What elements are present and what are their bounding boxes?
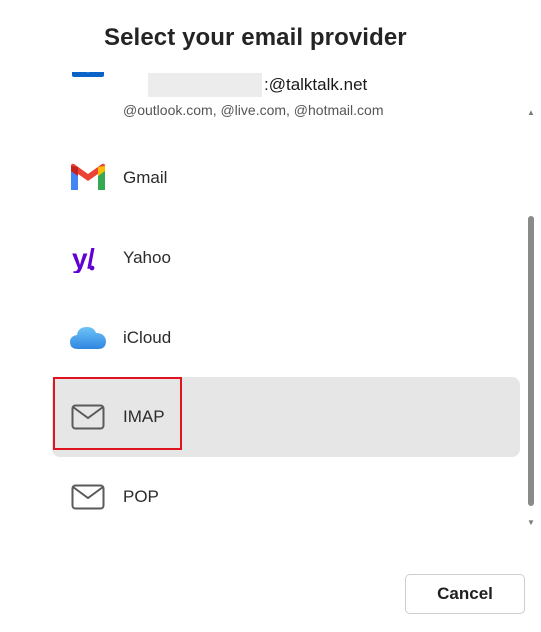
- account-email-domain: :@talktalk.net: [264, 75, 368, 94]
- envelope-icon: [69, 398, 107, 436]
- outlook-domains: @outlook.com, @live.com, @hotmail.com: [123, 102, 384, 118]
- outlook-icon: [69, 72, 107, 96]
- provider-label-gmail: Gmail: [123, 168, 168, 187]
- scroll-up-arrow-icon[interactable]: ▲: [526, 108, 536, 118]
- provider-item-icloud[interactable]: iCloud: [52, 298, 520, 378]
- dialog-title: Select your email provider: [104, 24, 407, 51]
- scroll-thumb[interactable]: [528, 216, 534, 506]
- envelope-icon: [69, 478, 107, 516]
- provider-label-pop: POP: [123, 487, 159, 506]
- list-scrollbar[interactable]: ▲ ▼: [526, 108, 536, 530]
- provider-label-icloud: iCloud: [123, 328, 172, 347]
- yahoo-icon: y /: [69, 239, 107, 277]
- provider-label-yahoo: Yahoo: [123, 248, 171, 267]
- provider-item-gmail[interactable]: Gmail: [52, 138, 520, 218]
- provider-item-yahoo[interactable]: y / Yahoo: [52, 218, 520, 298]
- scroll-down-arrow-icon[interactable]: ▼: [526, 518, 536, 528]
- provider-list: @outlook.com, @live.com, @hotmail.com Gm…: [0, 72, 541, 542]
- account-email: :@talktalk.net: [148, 72, 367, 98]
- provider-item-pop[interactable]: POP: [52, 457, 520, 537]
- icloud-icon: [69, 319, 107, 357]
- provider-item-imap[interactable]: IMAP: [52, 377, 520, 457]
- provider-label-imap: IMAP: [123, 407, 165, 426]
- gmail-icon: [69, 159, 107, 197]
- redacted-email-block: [148, 73, 262, 97]
- cancel-button[interactable]: Cancel: [405, 574, 525, 614]
- email-provider-dialog: Select your email provider @outlook.com,…: [0, 0, 541, 632]
- svg-text:y: y: [72, 243, 88, 273]
